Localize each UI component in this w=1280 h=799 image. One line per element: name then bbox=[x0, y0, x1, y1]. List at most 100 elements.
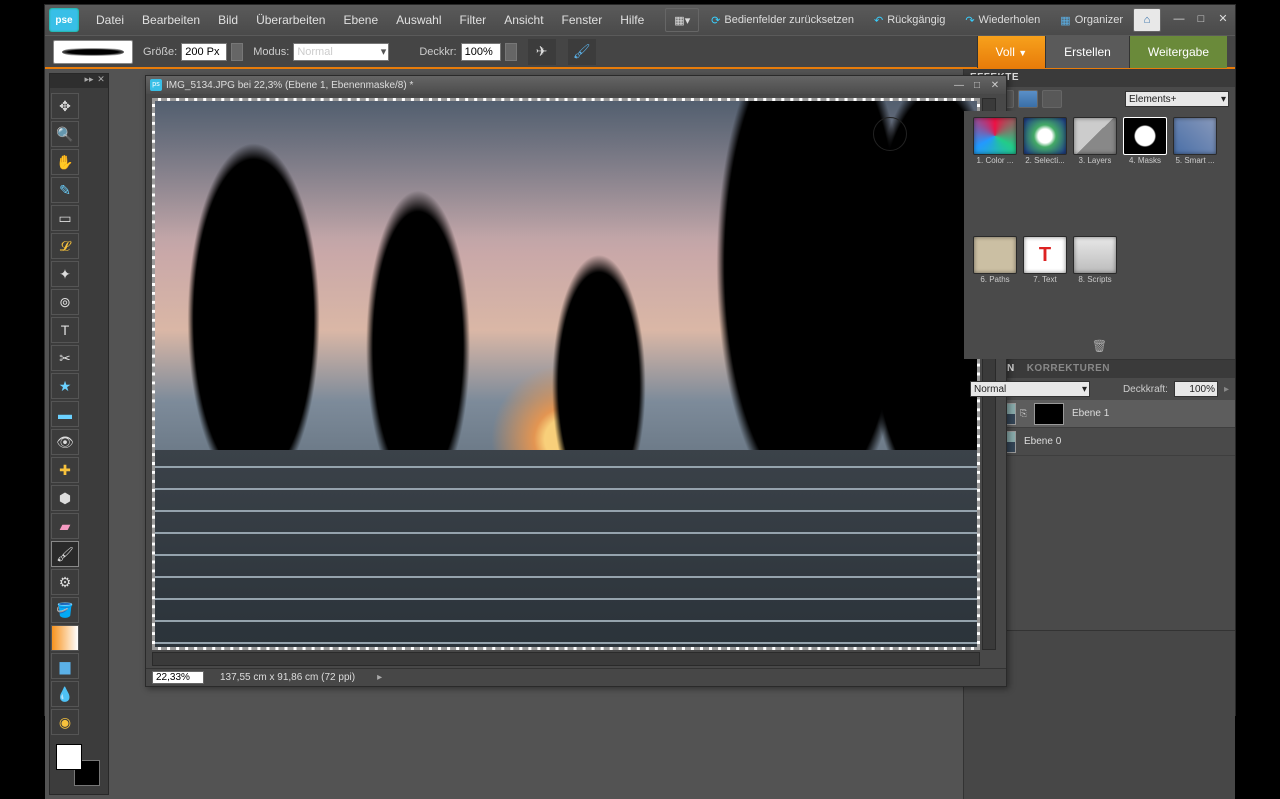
hand-tool[interactable]: ✋ bbox=[51, 149, 79, 175]
layer-name[interactable]: Ebene 1 bbox=[1072, 408, 1109, 419]
straighten-tool[interactable]: ▬ bbox=[51, 401, 79, 427]
brush-stroke-icon bbox=[62, 47, 124, 57]
paint-bucket-tool[interactable]: 🪣 bbox=[51, 597, 79, 623]
layer-name[interactable]: Ebene 0 bbox=[1024, 436, 1061, 447]
adjustments-panel-tab[interactable]: KORREKTUREN bbox=[1027, 360, 1110, 378]
undo-icon: ↶ bbox=[874, 14, 883, 27]
opacity-input[interactable] bbox=[461, 43, 501, 61]
crop-tool[interactable]: ✂ bbox=[51, 345, 79, 371]
effect-item-text[interactable]: T7. Text bbox=[1022, 236, 1068, 351]
horizontal-scrollbar[interactable] bbox=[152, 652, 980, 666]
mode-label: Modus: bbox=[253, 46, 289, 58]
document-title: IMG_5134.JPG bei 22,3% (Ebene 1, Ebenenm… bbox=[166, 80, 948, 91]
document-dimensions: 137,55 cm x 91,86 cm (72 ppi) bbox=[220, 672, 355, 683]
document-icon: ps bbox=[150, 79, 162, 91]
redo-button[interactable]: ↷Wiederholen bbox=[955, 8, 1050, 32]
layer-mask-thumbnail[interactable] bbox=[1034, 403, 1064, 425]
menu-filter[interactable]: Filter bbox=[451, 5, 496, 35]
tablet-pressure-toggle[interactable]: 🖌 bbox=[568, 39, 596, 65]
magic-wand-tool[interactable]: ✦ bbox=[51, 261, 79, 287]
arrange-documents-button[interactable]: ▦▾ bbox=[665, 8, 699, 32]
status-menu-button[interactable]: ▸ bbox=[377, 672, 382, 683]
blur-tool[interactable]: 💧 bbox=[51, 681, 79, 707]
brush-size-input[interactable] bbox=[181, 43, 227, 61]
maximize-window-button[interactable]: □ bbox=[1193, 13, 1209, 27]
zoom-level-field[interactable]: 22,33% bbox=[152, 671, 204, 684]
canvas-area[interactable] bbox=[152, 98, 980, 650]
effects-filter-4[interactable] bbox=[1042, 90, 1062, 108]
move-tool[interactable]: ✥ bbox=[51, 93, 79, 119]
effect-item-masks[interactable]: 4. Masks bbox=[1122, 117, 1168, 232]
close-window-button[interactable]: ✕ bbox=[1215, 13, 1231, 27]
effects-grid: 1. Color ... 2. Selecti... 3. Layers 4. … bbox=[964, 111, 1235, 359]
brush-preview[interactable] bbox=[53, 40, 133, 64]
opacity-label: Deckkr: bbox=[419, 46, 456, 58]
brush-size-dropdown[interactable] bbox=[231, 43, 243, 61]
marquee-tool[interactable]: ▭ bbox=[51, 205, 79, 231]
menu-bearbeiten[interactable]: Bearbeiten bbox=[133, 5, 209, 35]
shape-tool[interactable]: ▆ bbox=[51, 653, 79, 679]
clone-tool[interactable]: ⬢ bbox=[51, 485, 79, 511]
layer-opacity-input[interactable]: 100% bbox=[1174, 381, 1218, 397]
lasso-tool[interactable]: 𝓛 bbox=[51, 233, 79, 259]
effect-item-layers[interactable]: 3. Layers bbox=[1072, 117, 1118, 232]
effect-item-scripts[interactable]: 8. Scripts bbox=[1072, 236, 1118, 351]
menu-ebene[interactable]: Ebene bbox=[334, 5, 387, 35]
sponge-tool[interactable]: ◉ bbox=[51, 709, 79, 735]
minimize-window-button[interactable]: — bbox=[1171, 13, 1187, 27]
layer-opacity-label: Deckkraft: bbox=[1123, 384, 1168, 395]
doc-minimize-button[interactable]: — bbox=[952, 80, 966, 91]
effect-item-paths[interactable]: 6. Paths bbox=[972, 236, 1018, 351]
gradient-tool[interactable] bbox=[51, 625, 79, 651]
effect-item-smart[interactable]: 5. Smart ... bbox=[1172, 117, 1218, 232]
doc-maximize-button[interactable]: □ bbox=[970, 80, 984, 91]
menu-fenster[interactable]: Fenster bbox=[553, 5, 612, 35]
effects-trash-button[interactable]: 🗑 bbox=[1092, 339, 1107, 353]
eyedropper-tool[interactable]: ✎ bbox=[51, 177, 79, 203]
reset-panels-button[interactable]: ⟳Bedienfelder zurücksetzen bbox=[701, 8, 864, 32]
tab-weitergabe[interactable]: Weitergabe bbox=[1129, 36, 1227, 68]
healing-tool[interactable]: ✚ bbox=[51, 457, 79, 483]
organizer-button[interactable]: ▦Organizer bbox=[1050, 8, 1133, 32]
smart-brush-tool[interactable]: ⚙ bbox=[51, 569, 79, 595]
menu-datei[interactable]: Datei bbox=[87, 5, 133, 35]
menu-bild[interactable]: Bild bbox=[209, 5, 247, 35]
tab-erstellen[interactable]: Erstellen bbox=[1045, 36, 1129, 68]
menu-ueberarbeiten[interactable]: Überarbeiten bbox=[247, 5, 334, 35]
toolbox: ▸▸✕ ✥ 🔍 ✋ ✎ ▭ 𝓛 ✦ ⊚ T ✂ ★ ▬ 👁 ✚ ⬢ ▰ 🖌 ⚙ … bbox=[49, 73, 109, 795]
blend-mode-select[interactable]: Normal bbox=[293, 43, 389, 61]
type-tool[interactable]: T bbox=[51, 317, 79, 343]
opacity-dropdown[interactable] bbox=[505, 43, 517, 61]
redo-icon: ↷ bbox=[965, 14, 974, 27]
doc-close-button[interactable]: ✕ bbox=[988, 80, 1002, 91]
tab-voll[interactable]: Voll ▼ bbox=[977, 36, 1046, 68]
cookie-cutter-tool[interactable]: ★ bbox=[51, 373, 79, 399]
effects-category-select[interactable]: Elements+ bbox=[1125, 91, 1229, 107]
effect-item-color[interactable]: 1. Color ... bbox=[972, 117, 1018, 232]
airbrush-toggle[interactable]: ✈ bbox=[528, 39, 556, 65]
app-logo[interactable]: pse bbox=[49, 8, 79, 32]
menu-auswahl[interactable]: Auswahl bbox=[387, 5, 450, 35]
undo-button[interactable]: ↶Rückgängig bbox=[864, 8, 955, 32]
brush-tool[interactable]: 🖌 bbox=[51, 541, 79, 567]
eraser-tool[interactable]: ▰ bbox=[51, 513, 79, 539]
mask-link-icon[interactable]: ⎘ bbox=[1020, 408, 1030, 419]
effects-filter-3[interactable] bbox=[1018, 90, 1038, 108]
redeye-tool[interactable]: 👁 bbox=[51, 429, 79, 455]
toolbox-close-button[interactable]: ✕ bbox=[96, 74, 106, 88]
refresh-icon: ⟳ bbox=[711, 14, 720, 27]
effect-item-selection[interactable]: 2. Selecti... bbox=[1022, 117, 1068, 232]
home-button[interactable]: ⌂ bbox=[1133, 8, 1161, 32]
zoom-tool[interactable]: 🔍 bbox=[51, 121, 79, 147]
menu-hilfe[interactable]: Hilfe bbox=[611, 5, 653, 35]
foreground-color[interactable] bbox=[56, 744, 82, 770]
color-swatch[interactable] bbox=[56, 744, 100, 786]
toolbox-collapse-button[interactable]: ▸▸ bbox=[84, 74, 94, 88]
size-label: Größe: bbox=[143, 46, 177, 58]
quick-select-tool[interactable]: ⊚ bbox=[51, 289, 79, 315]
grid-icon: ▦ bbox=[1060, 14, 1070, 27]
document-window: ps IMG_5134.JPG bei 22,3% (Ebene 1, Eben… bbox=[145, 75, 1007, 687]
brush-cursor bbox=[873, 117, 907, 151]
layer-blend-mode-select[interactable]: Normal bbox=[970, 381, 1090, 397]
menu-ansicht[interactable]: Ansicht bbox=[495, 5, 552, 35]
